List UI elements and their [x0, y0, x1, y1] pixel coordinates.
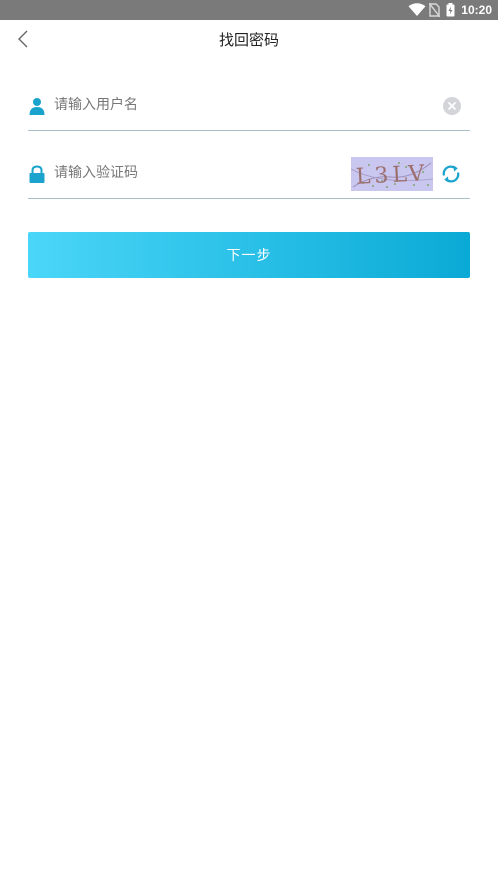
clear-circle-icon [443, 97, 461, 115]
no-sim-icon [429, 3, 440, 17]
next-step-button[interactable]: 下一步 [28, 232, 470, 278]
lock-icon [29, 165, 45, 183]
username-input[interactable] [54, 92, 434, 118]
captcha-noise: L3LV [351, 161, 433, 190]
username-field-row [28, 82, 470, 131]
code-field-row: L3LV [28, 150, 470, 199]
user-icon [29, 98, 45, 115]
captcha-text: L3LV [355, 161, 429, 190]
page-title: 找回密码 [218, 31, 279, 49]
status-bar: 10:20 [0, 0, 498, 20]
battery-icon [446, 3, 455, 17]
nav-bar: 找回密码 [0, 20, 498, 60]
code-input[interactable] [54, 160, 344, 186]
captcha-image[interactable]: L3LV [351, 157, 433, 191]
refresh-captcha-button[interactable] [439, 162, 463, 186]
status-time: 10:20 [461, 3, 492, 17]
wifi-icon [408, 3, 426, 17]
clear-username-button[interactable] [443, 97, 461, 115]
refresh-icon [442, 165, 460, 183]
